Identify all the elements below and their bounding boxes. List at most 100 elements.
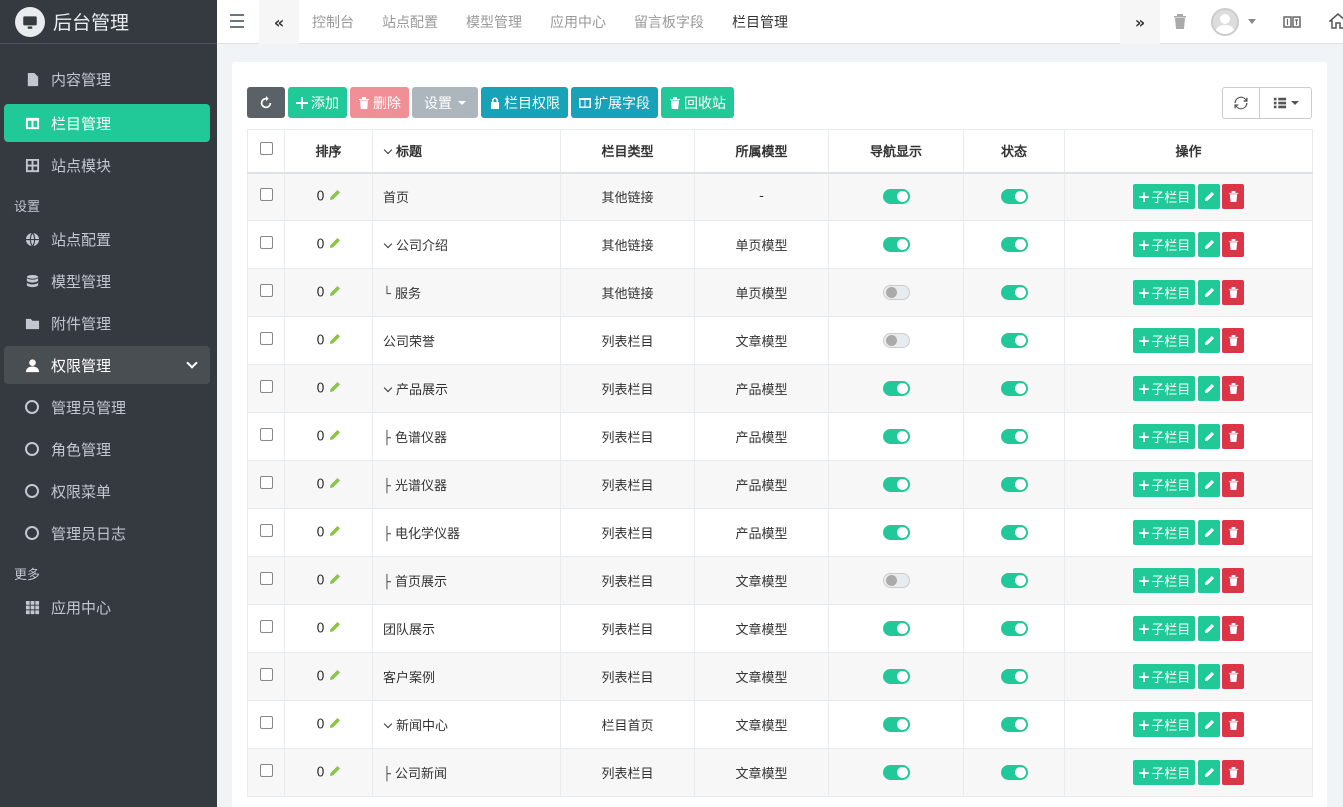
tab-dashboard[interactable]: 控制台 — [312, 12, 354, 32]
title-text[interactable]: 客户案例 — [383, 671, 435, 686]
header-sort[interactable]: 排序 — [284, 129, 373, 174]
header-model[interactable]: 所属模型 — [694, 129, 829, 174]
delete-row-button[interactable] — [1222, 664, 1245, 689]
nav-toggle[interactable] — [882, 717, 910, 732]
add-child-button[interactable]: + 子栏目 — [1132, 760, 1196, 785]
select-all-checkbox[interactable] — [259, 142, 273, 156]
pencil-icon[interactable] — [329, 381, 341, 397]
title-text[interactable]: 团队展示 — [383, 623, 435, 638]
add-child-button[interactable]: + 子栏目 — [1132, 664, 1196, 689]
row-checkbox[interactable] — [259, 572, 273, 585]
home-icon[interactable] — [1328, 12, 1343, 30]
trash-icon[interactable] — [1173, 13, 1189, 31]
extend-fields-button[interactable]: 扩展字段 — [571, 87, 658, 118]
sidebar-item-columns[interactable]: 栏目管理 — [4, 104, 210, 142]
title-text[interactable]: 电化学仪器 — [395, 527, 460, 542]
status-toggle[interactable] — [1000, 237, 1028, 252]
add-child-button[interactable]: + 子栏目 — [1132, 712, 1196, 737]
add-child-button[interactable]: + 子栏目 — [1132, 280, 1196, 305]
pencil-icon[interactable] — [329, 765, 341, 781]
hamburger-menu-icon[interactable] — [230, 14, 244, 32]
add-child-button[interactable]: + 子栏目 — [1132, 328, 1196, 353]
row-checkbox[interactable] — [259, 668, 273, 681]
delete-row-button[interactable] — [1222, 280, 1245, 305]
chevron-down-icon[interactable] — [383, 719, 393, 729]
add-button[interactable]: 添加 — [288, 87, 347, 118]
sidebar-item-admin-manage[interactable]: 管理员管理 — [4, 388, 210, 426]
row-checkbox[interactable] — [259, 524, 273, 537]
title-text[interactable]: 服务 — [395, 287, 421, 302]
title-text[interactable]: 首页 — [383, 191, 409, 206]
tab-column-manage[interactable]: 栏目管理 — [732, 12, 788, 32]
delete-row-button[interactable] — [1222, 232, 1245, 257]
nav-toggle[interactable] — [882, 381, 910, 396]
title-text[interactable]: 光谱仪器 — [395, 479, 447, 494]
status-toggle[interactable] — [1000, 381, 1028, 396]
delete-row-button[interactable] — [1222, 520, 1245, 545]
refresh-button[interactable] — [247, 87, 285, 118]
edit-button[interactable] — [1198, 184, 1221, 210]
nav-toggle[interactable] — [882, 285, 910, 300]
title-text[interactable]: 首页展示 — [395, 575, 447, 590]
nav-toggle[interactable] — [882, 189, 910, 205]
row-checkbox[interactable] — [259, 236, 273, 249]
add-child-button[interactable]: + 子栏目 — [1132, 232, 1196, 257]
status-toggle[interactable] — [1000, 573, 1028, 588]
tabs-prev-button[interactable]: « — [259, 0, 299, 44]
edit-button[interactable] — [1198, 616, 1221, 641]
delete-row-button[interactable] — [1222, 376, 1245, 401]
delete-row-button[interactable] — [1222, 712, 1245, 737]
edit-button[interactable] — [1198, 760, 1221, 785]
delete-row-button[interactable] — [1222, 760, 1245, 785]
edit-button[interactable] — [1198, 472, 1221, 497]
chevron-down-icon[interactable] — [383, 383, 393, 393]
tab-model-manage[interactable]: 模型管理 — [466, 12, 522, 32]
add-child-button[interactable]: + 子栏目 — [1132, 184, 1196, 210]
sidebar-item-attachments[interactable]: 附件管理 — [4, 304, 210, 342]
row-checkbox[interactable] — [259, 716, 273, 729]
avatar-dropdown-caret-icon[interactable] — [1248, 19, 1256, 24]
tab-site-config[interactable]: 站点配置 — [382, 12, 438, 32]
status-toggle[interactable] — [1000, 429, 1028, 444]
sidebar-item-content[interactable]: 内容管理 — [4, 60, 210, 98]
status-toggle[interactable] — [1000, 717, 1028, 732]
edit-button[interactable] — [1198, 424, 1221, 449]
add-child-button[interactable]: + 子栏目 — [1132, 568, 1196, 593]
nav-toggle[interactable] — [882, 621, 910, 636]
sidebar-item-model[interactable]: 模型管理 — [4, 262, 210, 300]
delete-row-button[interactable] — [1222, 184, 1245, 210]
edit-button[interactable] — [1198, 520, 1221, 545]
status-toggle[interactable] — [1000, 477, 1028, 492]
title-text[interactable]: 公司新闻 — [395, 767, 447, 782]
edit-button[interactable] — [1198, 568, 1221, 593]
row-checkbox[interactable] — [259, 428, 273, 441]
add-child-button[interactable]: + 子栏目 — [1132, 424, 1196, 449]
translate-icon[interactable] — [1283, 15, 1301, 29]
row-checkbox[interactable] — [259, 764, 273, 777]
add-child-button[interactable]: + 子栏目 — [1132, 376, 1196, 401]
edit-button[interactable] — [1198, 664, 1221, 689]
edit-button[interactable] — [1198, 376, 1221, 401]
nav-toggle[interactable] — [882, 765, 910, 780]
header-type[interactable]: 栏目类型 — [560, 129, 695, 174]
status-toggle[interactable] — [1000, 525, 1028, 540]
sidebar-item-role-manage[interactable]: 角色管理 — [4, 430, 210, 468]
nav-toggle[interactable] — [882, 477, 910, 492]
add-child-button[interactable]: + 子栏目 — [1132, 472, 1196, 497]
title-text[interactable]: 公司介绍 — [396, 239, 448, 254]
tab-guestbook-fields[interactable]: 留言板字段 — [634, 12, 704, 32]
avatar[interactable] — [1211, 8, 1239, 36]
status-toggle[interactable] — [1000, 621, 1028, 636]
delete-row-button[interactable] — [1222, 424, 1245, 449]
delete-row-button[interactable] — [1222, 568, 1245, 593]
delete-button[interactable]: 删除 — [350, 87, 409, 118]
pencil-icon[interactable] — [329, 333, 341, 349]
edit-button[interactable] — [1198, 232, 1221, 257]
title-text[interactable]: 公司荣誉 — [383, 335, 435, 350]
pencil-icon[interactable] — [329, 477, 341, 493]
nav-toggle[interactable] — [882, 525, 910, 540]
status-toggle[interactable] — [1000, 189, 1028, 205]
nav-toggle[interactable] — [882, 333, 910, 348]
tab-app-center[interactable]: 应用中心 — [550, 12, 606, 32]
pencil-icon[interactable] — [329, 237, 341, 253]
